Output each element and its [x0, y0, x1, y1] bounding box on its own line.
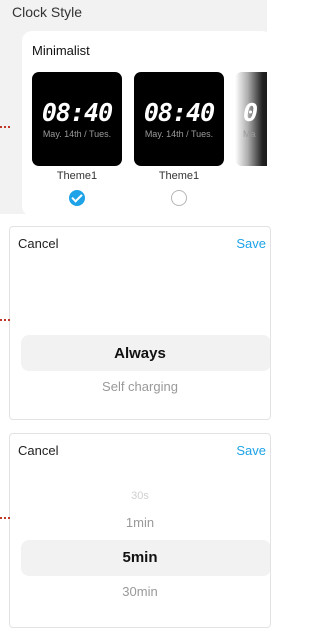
theme-thumbnail-2[interactable]: 08:40 May. 14th / Tues. — [134, 72, 224, 166]
theme-2-radio[interactable] — [171, 190, 187, 206]
thumbnail-time: 08:40 — [41, 98, 113, 127]
picker-option-selected[interactable]: 5min — [10, 549, 270, 566]
thumbnail-date: Ma — [243, 129, 256, 139]
annotation-marker — [0, 319, 10, 321]
picker-option[interactable]: 30min — [10, 584, 270, 599]
theme-label-2: Theme1 — [158, 170, 200, 182]
cancel-button[interactable]: Cancel — [18, 443, 58, 458]
theme-1-selected-radio[interactable] — [69, 190, 85, 206]
minimalist-style-card: Minimalist 08:40 May. 14th / Tues. 08:40… — [22, 31, 267, 214]
thumbnail-time: 0 — [243, 98, 258, 127]
theme-label-1: Theme1 — [56, 170, 98, 182]
timeout-picker: Cancel Save 30s 1min 5min 30min — [9, 433, 271, 628]
cancel-button[interactable]: Cancel — [18, 236, 58, 251]
thumbnail-date: May. 14th / Tues. — [144, 129, 214, 139]
annotation-marker — [0, 517, 10, 519]
save-button[interactable]: Save — [236, 236, 266, 251]
thumbnail-date: May. 14th / Tues. — [42, 129, 112, 139]
picker-option[interactable]: Self charging — [10, 379, 270, 394]
picker-option-selected[interactable]: Always — [10, 345, 270, 362]
theme-thumbnail-1[interactable]: 08:40 May. 14th / Tues. — [32, 72, 122, 166]
annotation-marker — [0, 126, 10, 128]
picker-option[interactable]: 1min — [10, 515, 270, 530]
clock-style-panel: Clock Style Minimalist 08:40 May. 14th /… — [0, 0, 267, 214]
theme-thumbnail-3[interactable]: 0 Ma — [235, 72, 267, 166]
clock-style-title: Clock Style — [12, 4, 83, 20]
picker-option[interactable]: 30s — [10, 490, 270, 502]
thumbnail-time: 08:40 — [143, 98, 215, 127]
save-button[interactable]: Save — [236, 443, 266, 458]
charging-mode-picker: Cancel Save Always Self charging — [9, 226, 271, 420]
style-name: Minimalist — [32, 43, 90, 58]
